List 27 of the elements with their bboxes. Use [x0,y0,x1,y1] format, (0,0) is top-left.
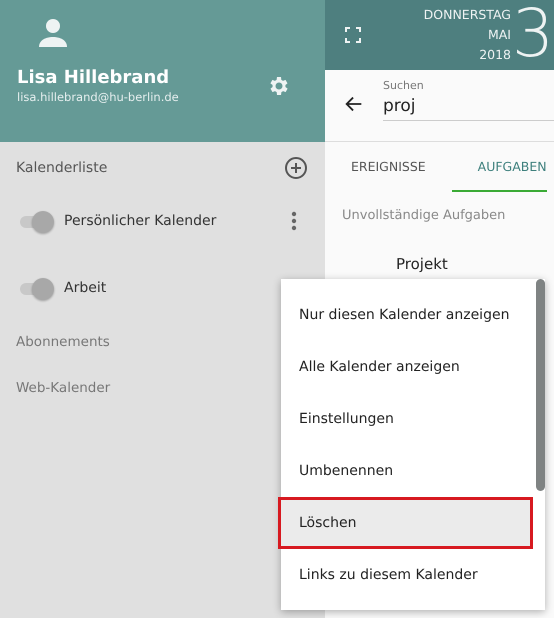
add-icon[interactable] [284,156,308,180]
menu-item[interactable]: Löschen [278,497,533,549]
weekday-label: DONNERSTAG [424,6,511,24]
fullscreen-icon[interactable] [345,27,361,43]
section-title: Kalenderliste [16,160,108,176]
menu-item[interactable]: Links zu diesem Kalender [278,549,535,601]
scrollbar[interactable] [536,279,545,491]
menu-item[interactable]: Einstellungen [278,393,535,445]
toggle-switch[interactable] [18,210,56,232]
tab[interactable]: EREIGNISSE [325,142,452,192]
month-label: MAI [488,26,511,44]
day-number: 3 [512,0,554,72]
search-field[interactable]: proj [383,92,483,120]
field-label: Suchen [383,79,425,92]
user-email: lisa.hillebrand@hu-berlin.de [17,90,179,104]
user-name: Lisa Hillebrand [17,67,170,88]
section-title: Unvollständige Aufgaben [341,207,506,223]
menu-item[interactable]: Umbenennen [278,445,535,497]
more-icon[interactable] [291,211,297,231]
toggle-switch[interactable] [18,277,56,299]
calendar-name[interactable]: Persönlicher Kalender [64,213,291,229]
menu-item[interactable]: Nur diesen Kalender anzeigen [278,289,535,341]
person-icon [37,17,69,49]
task-title[interactable]: Projekt [325,223,554,273]
menu-item[interactable]: Alle Kalender anzeigen [278,341,535,393]
tab[interactable]: AUFGABEN [452,142,547,192]
year-label: 2018 [479,46,511,64]
